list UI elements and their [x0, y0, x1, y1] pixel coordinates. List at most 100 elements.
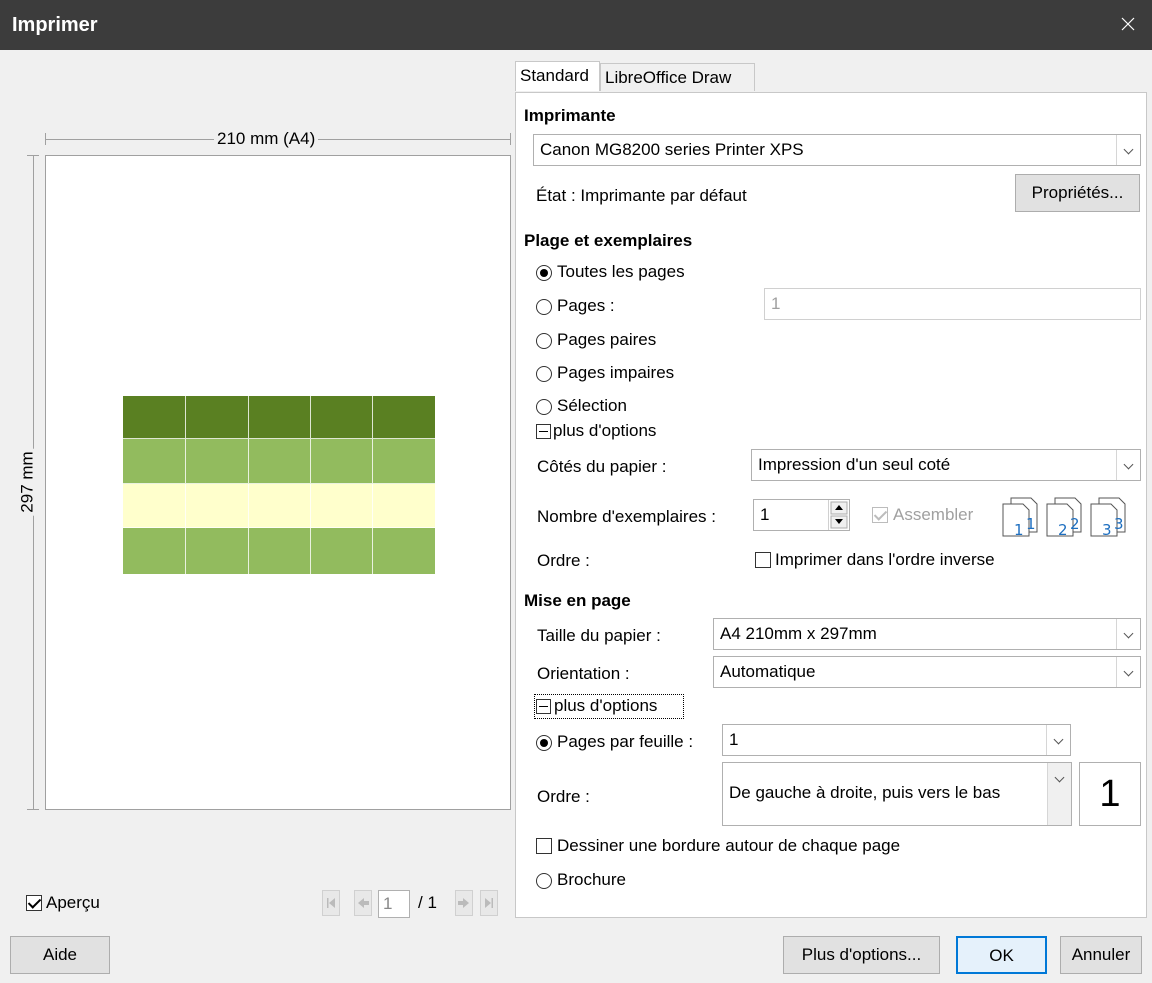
chevron-down-icon	[1116, 619, 1140, 649]
last-page-button[interactable]	[480, 890, 498, 916]
collate-digit: 2	[1058, 521, 1068, 538]
next-page-button[interactable]	[455, 890, 473, 916]
table-cell	[249, 439, 311, 484]
collate-label[interactable]: Assembler	[893, 505, 973, 525]
table-cell	[311, 484, 373, 528]
orientation-label: Orientation :	[537, 664, 630, 683]
first-page-button[interactable]	[322, 890, 340, 916]
collate-digit: 1	[1026, 515, 1036, 533]
table-cell	[249, 528, 311, 574]
previous-page-button[interactable]	[354, 890, 372, 916]
paper-size-select[interactable]: A4 210mm x 297mm	[713, 618, 1141, 650]
pages-per-sheet-label[interactable]: Pages par feuille :	[557, 732, 693, 752]
brochure-label[interactable]: Brochure	[557, 870, 626, 890]
arrow-left-icon	[358, 898, 369, 908]
chevron-down-icon	[1116, 450, 1140, 480]
draw-border-checkbox[interactable]	[536, 838, 552, 854]
help-button[interactable]: Aide	[10, 936, 110, 974]
table-cell	[186, 484, 249, 528]
layout-order-label: Ordre :	[537, 787, 590, 806]
pages-per-sheet-value: 1	[729, 730, 739, 749]
selection-label[interactable]: Sélection	[557, 396, 627, 416]
paper-size-label: Taille du papier :	[537, 626, 661, 645]
table-cell	[249, 484, 311, 528]
table-cell	[123, 396, 186, 439]
table-cell	[311, 528, 373, 574]
paper-sides-value: Impression d'un seul coté	[758, 455, 951, 474]
pages-input[interactable]: 1	[764, 288, 1141, 320]
arrow-right-icon	[458, 898, 469, 908]
range-more-options-label[interactable]: plus d'options	[553, 421, 656, 441]
preview-checkbox[interactable]	[26, 895, 42, 911]
printer-status: État : Imprimante par défaut	[536, 186, 747, 205]
draw-border-label[interactable]: Dessiner une bordure autour de chaque pa…	[557, 836, 900, 856]
preview-checkbox-label[interactable]: Aperçu	[46, 893, 100, 913]
paper-sides-select[interactable]: Impression d'un seul coté	[751, 449, 1141, 481]
selection-radio[interactable]	[536, 399, 552, 415]
copies-value: 1	[760, 505, 770, 524]
page-preview	[45, 155, 511, 810]
title-bar: Imprimer	[0, 0, 1152, 50]
layout-order-select[interactable]: De gauche à droite, puis vers le bas	[722, 762, 1072, 826]
table-cell	[311, 396, 373, 439]
chevron-down-icon	[1116, 657, 1140, 687]
chevron-down-icon	[1046, 725, 1070, 755]
properties-button[interactable]: Propriétés...	[1015, 174, 1140, 212]
collate-digit: 2	[1070, 515, 1080, 533]
table-cell	[123, 484, 186, 528]
paper-size-value: A4 210mm x 297mm	[720, 624, 877, 643]
chevron-down-icon	[1116, 135, 1140, 165]
page-number-input[interactable]: 1	[378, 890, 410, 918]
reverse-order-checkbox[interactable]	[755, 552, 771, 568]
printer-section-title: Imprimante	[524, 106, 616, 125]
odd-pages-label[interactable]: Pages impaires	[557, 363, 674, 383]
layout-order-value: De gauche à droite, puis vers le bas	[729, 783, 1001, 802]
tab-libreoffice-draw[interactable]: LibreOffice Draw	[600, 63, 755, 91]
even-pages-radio[interactable]	[536, 333, 552, 349]
table-cell	[186, 396, 249, 439]
table-cell	[123, 439, 186, 484]
table-cell	[123, 528, 186, 574]
pages-label[interactable]: Pages :	[557, 296, 615, 316]
pages-radio[interactable]	[536, 299, 552, 315]
spinner-arrows-icon	[830, 501, 848, 529]
chevron-down-icon	[1047, 763, 1071, 825]
height-label: 297 mm	[17, 448, 38, 516]
all-pages-label[interactable]: Toutes les pages	[557, 262, 685, 282]
pages-per-sheet-select[interactable]: 1	[722, 724, 1071, 756]
order-label: Ordre :	[537, 551, 590, 570]
odd-pages-radio[interactable]	[536, 366, 552, 382]
reverse-order-label[interactable]: Imprimer dans l'ordre inverse	[775, 550, 995, 570]
collate-checkbox[interactable]	[872, 507, 888, 523]
all-pages-radio[interactable]	[536, 265, 552, 281]
pages-per-sheet-radio[interactable]	[536, 735, 552, 751]
width-dimension-tick-right	[510, 133, 511, 145]
tab-standard[interactable]: Standard	[515, 61, 600, 91]
table-cell	[373, 396, 435, 439]
table-cell	[249, 396, 311, 439]
cancel-button[interactable]: Annuler	[1060, 936, 1142, 974]
more-options-button[interactable]: Plus d'options...	[783, 936, 940, 974]
last-page-icon	[485, 898, 493, 908]
copies-label: Nombre d'exemplaires :	[537, 507, 716, 526]
first-page-icon	[327, 898, 335, 908]
collate-digit: 3	[1114, 515, 1124, 533]
layout-more-options-expander[interactable]	[536, 699, 551, 714]
collate-digit: 1	[1014, 521, 1024, 538]
close-icon[interactable]	[1116, 12, 1140, 36]
width-label: 210 mm (A4)	[214, 129, 319, 149]
table-cell	[186, 439, 249, 484]
table-cell	[373, 528, 435, 574]
printer-select[interactable]: Canon MG8200 series Printer XPS	[533, 134, 1141, 166]
page-total-label: / 1	[418, 893, 437, 912]
copies-spinner[interactable]	[828, 500, 849, 530]
range-section-title: Plage et exemplaires	[524, 231, 693, 250]
table-cell	[373, 439, 435, 484]
ok-button[interactable]: OK	[956, 936, 1047, 974]
even-pages-label[interactable]: Pages paires	[557, 330, 656, 350]
brochure-radio[interactable]	[536, 873, 552, 889]
range-more-options-expander[interactable]	[536, 424, 551, 439]
table-cell	[311, 439, 373, 484]
layout-more-options-label[interactable]: plus d'options	[554, 696, 657, 716]
orientation-select[interactable]: Automatique	[713, 656, 1141, 688]
